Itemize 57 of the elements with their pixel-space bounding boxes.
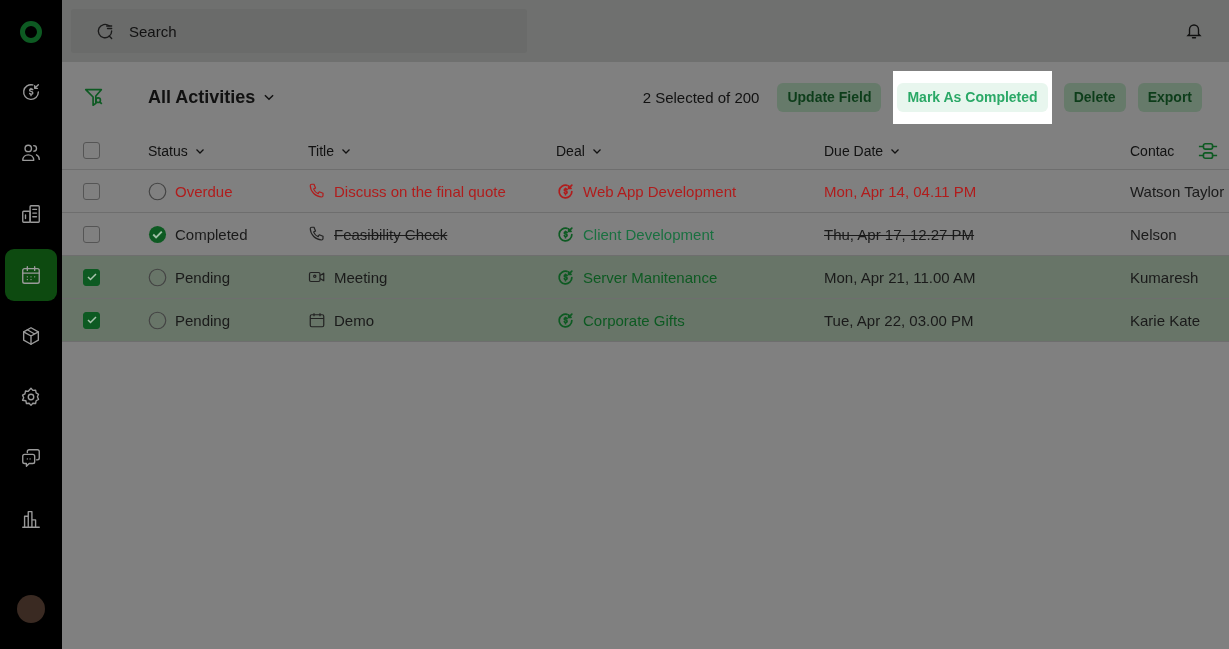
search-field[interactable]: Search [71, 9, 527, 53]
view-dropdown[interactable]: All Activities [148, 86, 277, 108]
contact-name: Kumaresh [1130, 268, 1199, 286]
column-header[interactable]: Status [148, 142, 206, 159]
status-text: Completed [175, 225, 248, 243]
due-date: Thu, Apr 17, 12.27 PM [824, 225, 975, 243]
status-text: Pending [175, 311, 231, 329]
people-icon [20, 142, 42, 164]
table-row[interactable]: Pending Demo Corporate Gifts Tue, Apr 22, 03.00 PM Karie Kate [62, 299, 1229, 342]
box-icon [20, 325, 42, 347]
dollar-cycle-icon [556, 181, 575, 201]
bar-chart-icon [20, 508, 42, 530]
contact-name: Karie Kate [1130, 311, 1201, 329]
column-header[interactable]: Deal [556, 142, 603, 159]
due-date: Tue, Apr 22, 03.00 PM [824, 311, 974, 329]
dollar-cycle-icon [556, 224, 575, 244]
column-header[interactable]: Contac [1130, 142, 1175, 159]
column-settings-icon[interactable] [1197, 141, 1219, 161]
status-text: Overdue [175, 182, 233, 200]
activity-title[interactable]: Meeting [334, 268, 388, 286]
sidebar-item[interactable] [5, 249, 57, 301]
search-icon [95, 21, 115, 41]
calendar-icon [20, 264, 42, 286]
selection-count: 2 Selected of 200 [642, 88, 760, 106]
action-button[interactable]: Delete [1063, 82, 1126, 112]
settings-icon [20, 386, 42, 408]
table-row[interactable]: Overdue Discuss on the final quote Web App Development Mon, Apr 14, 04.11 PM Watson Taylor [62, 170, 1229, 213]
building-icon [20, 203, 42, 225]
contact-name: Watson Taylor [1130, 182, 1225, 200]
row-checkbox[interactable] [83, 311, 100, 329]
dollar-cycle-icon [20, 81, 42, 103]
checkmark-icon [85, 271, 98, 283]
action-button[interactable]: Export [1137, 82, 1202, 112]
row-checkbox[interactable] [83, 268, 100, 286]
column-header[interactable]: Due Date [824, 142, 902, 159]
contact-name: Nelson [1130, 225, 1177, 243]
status-text: Pending [175, 268, 231, 286]
dollar-cycle-icon [556, 267, 575, 287]
filter-icon[interactable] [83, 86, 105, 108]
empty-circle-icon[interactable] [148, 181, 167, 201]
row-checkbox[interactable] [83, 225, 100, 243]
row-checkbox[interactable] [83, 182, 100, 200]
due-date: Mon, Apr 14, 04.11 PM [824, 182, 977, 200]
due-date: Mon, Apr 21, 11.00 AM [824, 268, 976, 286]
activity-title[interactable]: Feasibility Check [334, 225, 448, 243]
action-button[interactable]: Mark As Completed [897, 82, 1048, 112]
logo-icon [19, 20, 43, 44]
checkmark-icon [85, 314, 98, 326]
check-circle-icon[interactable] [148, 224, 167, 244]
dollar-cycle-icon [556, 310, 575, 330]
column-header[interactable]: Title [308, 142, 352, 159]
chat-bubbles-icon [20, 447, 42, 469]
table-row[interactable]: Pending Meeting Server Manitenance Mon, Apr 21, 11.00 AM Kumaresh [62, 256, 1229, 299]
activity-title[interactable]: Demo [334, 311, 374, 329]
action-button[interactable]: Update Field [777, 82, 882, 112]
notification-bell-icon[interactable] [1185, 22, 1203, 40]
select-all-checkbox[interactable] [83, 142, 100, 159]
